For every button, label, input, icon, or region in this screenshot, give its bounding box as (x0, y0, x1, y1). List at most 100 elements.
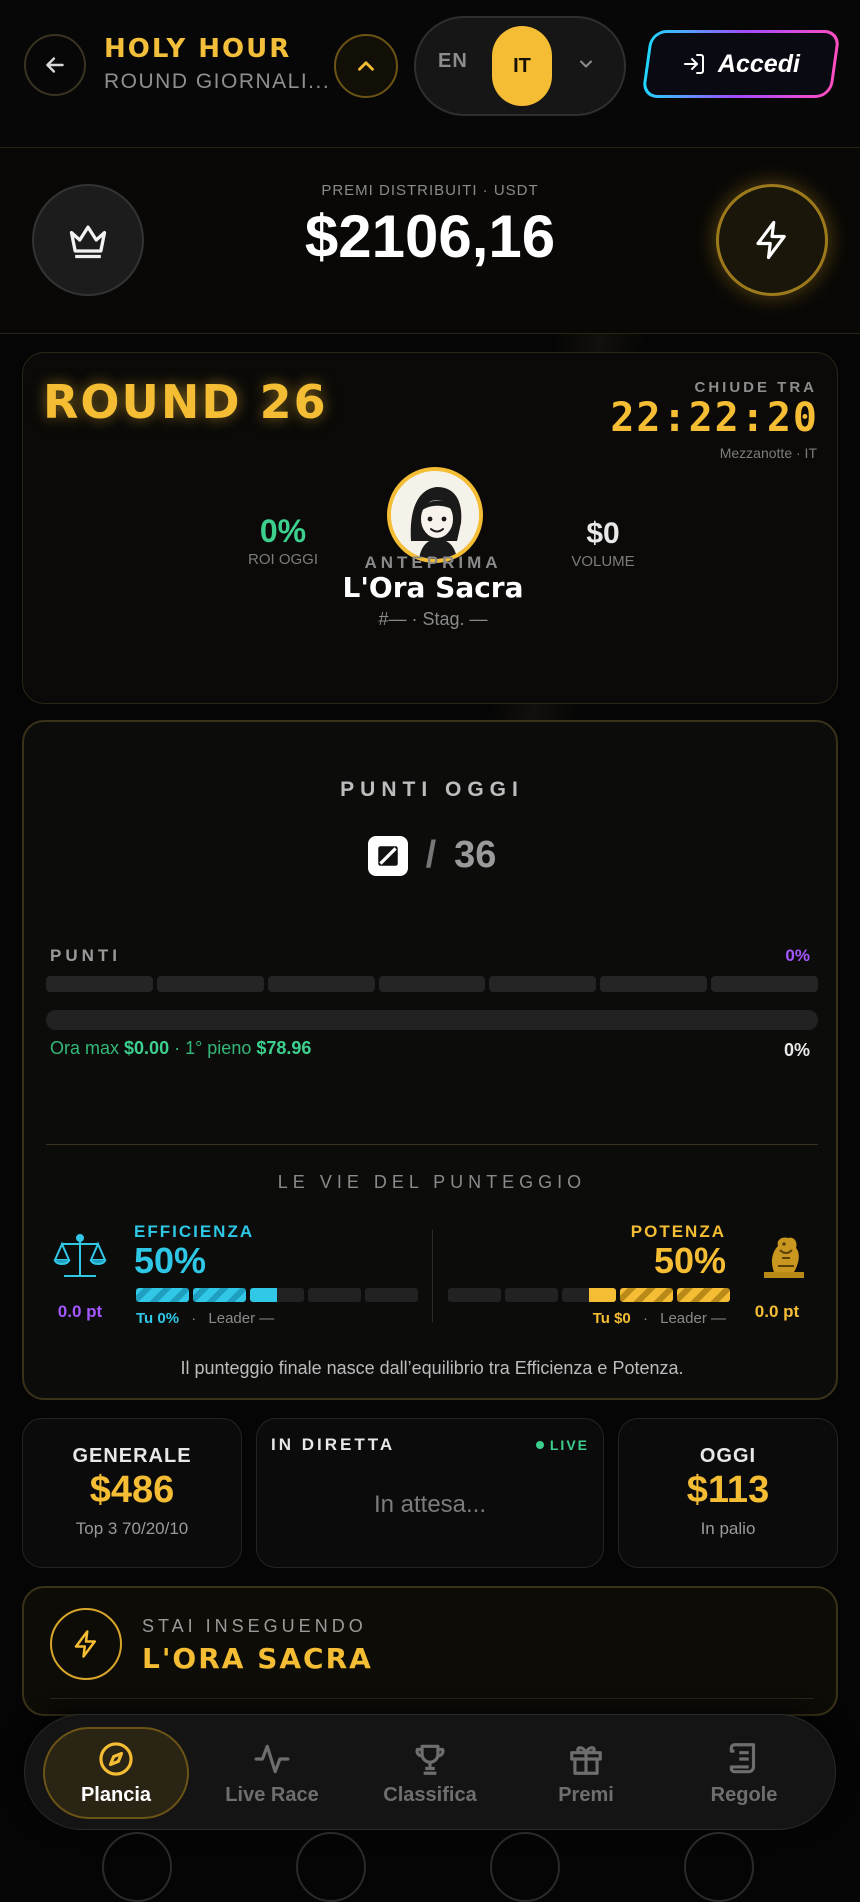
points-title: PUNTI OGGI (340, 778, 524, 801)
power-sub: Tu $0 · Leader — (593, 1310, 726, 1327)
efficiency-segment (364, 1288, 419, 1302)
nav-label: Classifica (383, 1783, 477, 1806)
points-segment (156, 976, 264, 992)
avatar[interactable] (387, 467, 483, 563)
chevron-down-icon[interactable] (576, 54, 596, 79)
chasing-card[interactable]: STAI INSEGUENDO L'ORA SACRA (22, 1586, 838, 1716)
round-title: ROUND 26 (43, 375, 328, 429)
roi-value: 0% (259, 513, 307, 549)
power-leader: Leader — (660, 1310, 726, 1327)
chasing-label: STAI INSEGUENDO (142, 1616, 367, 1636)
compass-icon (99, 1741, 133, 1776)
collapse-button[interactable] (334, 34, 398, 98)
app-title-block: HOLY HOUR ROUND GIORNALI... (104, 34, 330, 94)
pulse-icon (254, 1744, 290, 1773)
scoring-footnote: Il punteggio finale nasce dall’equilibri… (180, 1358, 684, 1378)
balance-scale-icon (52, 1232, 108, 1287)
live-dot-icon (535, 1441, 544, 1449)
prize-label: PREMI DISTRIBUITI · USDT (321, 182, 539, 199)
nav-label: Regole (710, 1783, 778, 1806)
lion-crest-icon (762, 1232, 806, 1287)
general-value: $486 (89, 1469, 175, 1511)
points-segment (600, 976, 708, 992)
efficiency-leader: Leader — (208, 1310, 275, 1327)
underlay-circle (684, 1832, 754, 1902)
underlay-circle (296, 1832, 366, 1902)
round-card: ROUND 26 CHIUDE TRA 22:22:20 Mezzanotte … (22, 352, 838, 704)
scoring-ways-title: LE VIE DEL PUNTEGGIO (277, 1172, 587, 1192)
lightning-icon (756, 220, 786, 260)
nav-item-premi[interactable]: Premi (513, 1727, 659, 1819)
power-you: Tu $0 (592, 1310, 631, 1327)
power-segment (676, 1288, 731, 1302)
score-separator: / (425, 834, 437, 876)
language-switcher: EN IT (414, 16, 626, 116)
nav-item-live-race[interactable]: Live Race (199, 1727, 345, 1819)
power-value: 50% (653, 1240, 726, 1281)
power-segment (448, 1288, 502, 1302)
separator-dot: · (642, 1310, 648, 1327)
score-total: 36 (454, 834, 497, 876)
today-sub: In palio (700, 1519, 756, 1538)
login-icon (684, 54, 704, 74)
today-prize-card[interactable]: OGGI $113 In palio (618, 1418, 838, 1568)
efficiency-sub: Tu 0% · Leader — (136, 1310, 274, 1327)
power-bar (448, 1288, 731, 1302)
underlay-circle (102, 1832, 172, 1902)
chevron-up-icon (358, 61, 374, 71)
player-meta: #— · Stag. — (378, 609, 488, 629)
app-subtitle: ROUND GIORNALI... (104, 70, 331, 93)
points-segment (711, 976, 819, 992)
power-label: POTENZA (630, 1222, 726, 1241)
efficiency-bar (136, 1288, 419, 1302)
lang-option-en[interactable]: EN (438, 50, 468, 73)
ora-max-value: $0.00 (124, 1038, 170, 1058)
vertical-divider (432, 1230, 433, 1322)
score-display: / 36 (24, 834, 840, 877)
efficiency-segment (250, 1288, 304, 1302)
login-button[interactable]: Accedi (641, 30, 841, 98)
power-segment (505, 1288, 559, 1302)
gift-icon (570, 1745, 602, 1775)
nav-item-classifica[interactable]: Classifica (357, 1727, 503, 1819)
lang-option-it[interactable]: IT (492, 26, 552, 106)
avatar-face-icon (391, 471, 479, 559)
chasing-name: L'ORA SACRA (142, 1642, 373, 1675)
nav-item-plancia[interactable]: Plancia (43, 1727, 189, 1819)
live-badge: LIVE (535, 1437, 589, 1453)
points-segment (267, 976, 375, 992)
login-label: Accedi (718, 49, 800, 78)
efficiency-segment (193, 1288, 247, 1302)
power-points: 0.0 pt (754, 1302, 800, 1321)
live-label: IN DIRETTA (271, 1435, 396, 1454)
underlay-circle (490, 1832, 560, 1902)
efficiency-label: EFFICIENZA (134, 1222, 255, 1241)
points-bar-percent: 0% (785, 946, 810, 965)
first-full-label: · 1° pieno (174, 1038, 252, 1058)
nav-label: Plancia (80, 1783, 152, 1806)
trophy-icon (415, 1744, 445, 1775)
nav-label: Live Race (225, 1783, 319, 1806)
divider (46, 1144, 818, 1145)
arrow-left-icon (46, 57, 64, 73)
closes-label: CHIUDE TRA (694, 379, 817, 396)
timer-timezone: Mezzanotte · IT (719, 445, 817, 461)
boost-button[interactable] (716, 184, 828, 296)
points-card: PUNTI OGGI / 36 PUNTI 0% Ora max $0.00 ·… (22, 720, 838, 1400)
points-segment-bar (46, 976, 819, 992)
points-segment (489, 976, 597, 992)
live-card[interactable]: IN DIRETTA LIVE In attesa... (256, 1418, 604, 1568)
ora-max-label: Ora max (50, 1038, 120, 1058)
scroll-icon (729, 1742, 756, 1773)
player-name: L'Ora Sacra (342, 571, 524, 604)
points-segment (378, 976, 486, 992)
back-button[interactable] (24, 34, 86, 96)
general-prize-card[interactable]: GENERALE $486 Top 3 70/20/10 (22, 1418, 242, 1568)
first-full-value: $78.96 (256, 1038, 312, 1058)
countdown-timer: 22:22:20 (610, 395, 819, 441)
separator-dot: · (191, 1310, 197, 1327)
nav-item-regole[interactable]: Regole (671, 1727, 817, 1819)
bottom-nav: Plancia Live Race Classifica Premi Regol… (24, 1714, 836, 1830)
volume-value: $0 (586, 517, 620, 550)
general-label: GENERALE (72, 1445, 192, 1467)
